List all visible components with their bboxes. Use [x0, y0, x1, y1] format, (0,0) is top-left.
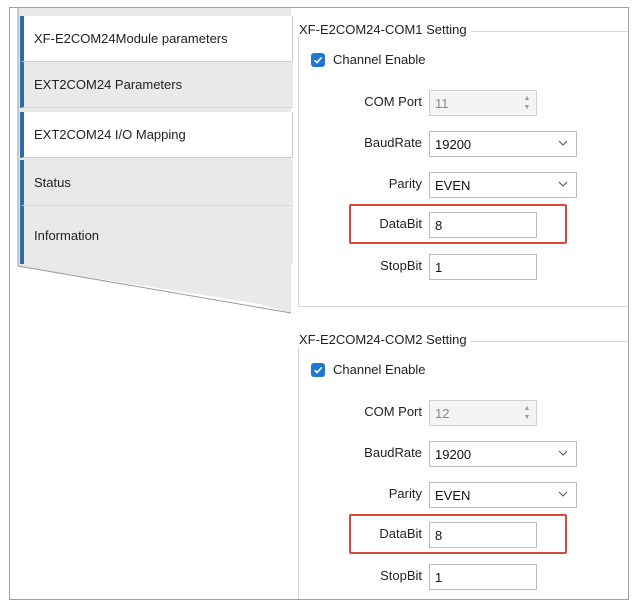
com1-com-port-stepper[interactable]: 11 ▲ ▼ — [429, 90, 537, 116]
baudrate-label: BaudRate — [364, 445, 422, 460]
chevron-down-icon — [558, 181, 568, 187]
parity-label: Parity — [388, 176, 422, 191]
stopbit-label: StopBit — [380, 258, 422, 273]
baudrate-label: BaudRate — [364, 135, 422, 150]
channel-enable-label: Channel Enable — [333, 52, 426, 67]
baudrate-value: 19200 — [435, 136, 472, 152]
checkbox-checked-icon[interactable] — [311, 52, 325, 67]
databit-highlight-box — [349, 204, 567, 244]
spin-arrows-icon[interactable]: ▲ ▼ — [522, 95, 532, 111]
nav-item-ext2com24-parameters[interactable]: EXT2COM24 Parameters — [20, 62, 293, 108]
spin-arrows-icon[interactable]: ▲ ▼ — [522, 405, 532, 421]
settings-window: XF-E2COM24Module parameters EXT2COM24 Pa… — [9, 7, 629, 600]
com-port-value: 11 — [435, 95, 449, 111]
com1-group-title: XF-E2COM24-COM1 Setting — [295, 22, 471, 37]
parity-label: Parity — [388, 486, 422, 501]
nav-item-label: XF-E2COM24Module parameters — [34, 31, 228, 46]
com-port-label: COM Port — [364, 94, 422, 109]
com2-channel-enable[interactable]: Channel Enable — [311, 362, 426, 377]
parity-value: EVEN — [435, 487, 471, 503]
com2-com-port-stepper[interactable]: 12 ▲ ▼ — [429, 400, 537, 426]
nav-item-module-parameters[interactable]: XF-E2COM24Module parameters — [20, 16, 293, 62]
com2-stopbit-input[interactable]: 1 — [429, 564, 537, 590]
com2-group-title: XF-E2COM24-COM2 Setting — [295, 332, 471, 347]
nav-item-label: EXT2COM24 Parameters — [34, 77, 183, 92]
nav-item-label: EXT2COM24 I/O Mapping — [34, 127, 186, 142]
com1-baudrate-select[interactable]: 19200 — [429, 131, 577, 157]
chevron-down-icon — [558, 491, 568, 497]
com1-channel-enable[interactable]: Channel Enable — [311, 52, 426, 67]
com-port-value: 12 — [435, 405, 450, 421]
stopbit-value: 1 — [435, 259, 443, 275]
com-port-label: COM Port — [364, 404, 422, 419]
com2-settings-group: XF-E2COM24-COM2 Setting Channel Enable C… — [295, 332, 628, 599]
nav-item-io-mapping[interactable]: EXT2COM24 I/O Mapping — [20, 112, 293, 158]
nav-item-label: Status — [34, 175, 71, 190]
com1-settings-group: XF-E2COM24-COM1 Setting Channel Enable C… — [295, 22, 628, 307]
com1-stopbit-input[interactable]: 1 — [429, 254, 537, 280]
baudrate-value: 19200 — [435, 446, 472, 462]
nav-item-status[interactable]: Status — [20, 160, 293, 206]
chevron-down-icon — [558, 140, 568, 146]
stopbit-value: 1 — [435, 569, 443, 585]
com2-baudrate-select[interactable]: 19200 — [429, 441, 577, 467]
databit-highlight-box — [349, 514, 567, 554]
com1-parity-select[interactable]: EVEN — [429, 172, 577, 198]
nav-item-label: Information — [34, 227, 100, 243]
parity-value: EVEN — [435, 177, 471, 193]
checkbox-checked-icon[interactable] — [311, 362, 325, 377]
chevron-down-icon — [558, 450, 568, 456]
com2-parity-select[interactable]: EVEN — [429, 482, 577, 508]
nav-item-information[interactable]: Information — [20, 206, 293, 264]
channel-enable-label: Channel Enable — [333, 362, 426, 377]
stopbit-label: StopBit — [380, 568, 422, 583]
